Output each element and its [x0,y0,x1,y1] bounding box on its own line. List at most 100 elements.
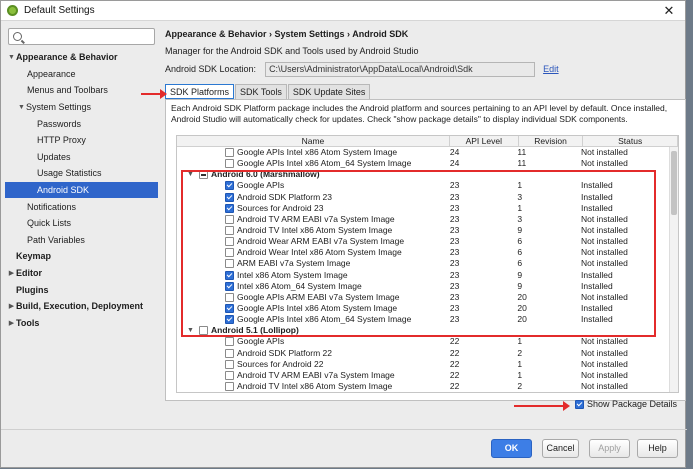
column-header-revision[interactable]: Revision [519,136,584,146]
package-checkbox[interactable] [225,292,234,302]
chevron-down-icon[interactable]: ▼ [187,169,197,180]
chevron-right-icon[interactable]: ▶ [7,319,16,327]
package-checkbox[interactable] [225,304,234,314]
table-row[interactable]: Google APIs Intel x86 Atom System Image 2… [177,147,670,158]
sidebar-item-notifications[interactable]: Notifications [5,198,158,215]
package-checkbox[interactable] [199,326,208,336]
sidebar-item-quick-lists[interactable]: Quick Lists [5,215,158,232]
cell-api-level: 23 [449,224,460,235]
package-checkbox[interactable] [225,337,234,347]
tab-sdk-update-sites[interactable]: SDK Update Sites [287,84,371,99]
cell-api-level [446,325,514,336]
chevron-down-icon[interactable]: ▼ [17,104,26,111]
sidebar-item-build-execution-deployment[interactable]: ▶ Build, Execution, Deployment [5,298,158,315]
sidebar-item-plugins[interactable]: Plugins [5,281,158,298]
table-row[interactable]: Android TV Intel x86 Atom System Image 22… [177,381,670,392]
cell-api-level: 23 [449,236,460,247]
apply-button[interactable]: Apply [589,439,630,458]
table-row[interactable]: Intel x86 Atom System Image 23 9 Installed [177,270,670,281]
sidebar-item-path-variables[interactable]: Path Variables [5,232,158,249]
table-row[interactable]: Android Wear ARM EABI v7a System Image 23… [177,236,670,247]
cell-status: Installed [581,280,613,291]
table-row[interactable]: Android TV ARM EABI v7a System Image 22 1 N… [177,370,670,381]
package-checkbox[interactable] [225,237,234,247]
column-header-api-level[interactable]: API Level [450,136,519,146]
table-row[interactable]: Android SDK Platform 22 22 2 Not installed [177,348,670,359]
package-name: Android TV ARM EABI v7a System Image [237,213,395,224]
help-button[interactable]: Help [637,439,678,458]
sdk-location-field[interactable] [265,61,536,77]
package-checkbox[interactable] [225,248,234,258]
table-row[interactable]: Android TV ARM EABI v7a System Image 23 3 N… [177,214,670,225]
package-checkbox[interactable] [225,148,234,158]
sidebar-item-android-sdk[interactable]: Android SDK [5,181,158,199]
package-checkbox[interactable] [225,382,234,392]
chevron-right-icon[interactable]: ▶ [7,302,16,310]
table-row[interactable]: Google APIs Intel x86 Atom_64 System Ima… [177,314,670,325]
sidebar-item-label: System Settings [26,102,92,113]
table-group-row[interactable]: ▼ Android 5.1 (Lollipop) [177,325,670,336]
table-row[interactable]: Google APIs 22 1 Not installed [177,336,670,347]
package-name: Sources for Android 23 [237,202,324,213]
sidebar-item-passwords[interactable]: Passwords [5,115,158,132]
table-row[interactable]: Sources for Android 23 23 1 Installed [177,203,670,214]
table-row[interactable]: Google APIs ARM EABI v7a System Image 23 2… [177,292,670,303]
package-checkbox[interactable] [225,370,234,380]
chevron-down-icon[interactable]: ▼ [187,325,197,336]
table-group-row[interactable]: ▼ Android 6.0 (Marshmallow) [177,169,670,180]
chevron-down-icon[interactable]: ▼ [7,54,16,61]
package-checkbox[interactable] [225,226,234,236]
package-checkbox[interactable] [225,192,234,202]
scrollbar-thumb[interactable] [671,151,677,215]
package-checkbox[interactable] [225,181,234,191]
tab-sdk-tools[interactable]: SDK Tools [235,84,287,99]
table-row[interactable]: ARM EABI v7a System Image 23 6 Not installe… [177,258,670,269]
package-checkbox[interactable] [225,359,234,369]
table-row[interactable]: Android Wear Intel x86 Atom System Image… [177,247,670,258]
package-checkbox[interactable] [199,170,208,180]
package-checkbox[interactable] [225,259,234,269]
show-package-details-option[interactable]: Show Package Details [575,399,677,409]
cancel-button[interactable]: Cancel [542,439,579,458]
package-name: Google APIs Intel x86 Atom_64 System Ima… [237,314,412,325]
package-checkbox[interactable] [225,270,234,280]
sidebar-item-tools[interactable]: ▶ Tools [5,315,158,332]
sidebar-item-editor[interactable]: ▶ Editor [5,265,158,282]
table-row[interactable]: Google APIs 23 1 Installed [177,180,670,191]
sidebar-item-menus-and-toolbars[interactable]: Menus and Toolbars [5,82,158,99]
search-box[interactable] [8,28,155,45]
package-checkbox[interactable] [225,203,234,213]
sidebar-item-usage-statistics[interactable]: Usage Statistics [5,165,158,182]
ok-button[interactable]: OK [491,439,532,458]
sidebar-item-appearance[interactable]: Appearance [5,66,158,83]
package-checkbox[interactable] [225,281,234,291]
package-checkbox[interactable] [225,214,234,224]
close-button[interactable]: ✕ [661,3,677,19]
sidebar-item-http-proxy[interactable]: HTTP Proxy [5,132,158,149]
sidebar-item-label: Usage Statistics [37,168,102,179]
edit-link[interactable]: Edit [543,64,559,74]
table-row[interactable]: Sources for Android 22 22 1 Not installed [177,359,670,370]
sidebar-item-appearance-behavior[interactable]: ▼ Appearance & Behavior [5,49,158,66]
package-checkbox[interactable] [225,348,234,358]
cell-status: Not installed [581,224,628,235]
sidebar-item-system-settings[interactable]: ▼ System Settings [5,99,158,116]
column-header-name[interactable]: Name [177,136,450,146]
table-row[interactable]: Google APIs Intel x86 Atom System Image 2… [177,303,670,314]
cell-revision [513,325,577,336]
sidebar-item-updates[interactable]: Updates [5,149,158,166]
package-checkbox[interactable] [225,315,234,325]
tab-sdk-platforms[interactable]: SDK Platforms [165,84,235,99]
chevron-right-icon[interactable]: ▶ [7,269,16,277]
table-scrollbar[interactable] [669,147,678,392]
show-package-details-checkbox[interactable] [575,399,584,409]
package-checkbox[interactable] [225,159,234,169]
table-row[interactable]: Intel x86 Atom_64 System Image 23 9 Install… [177,281,670,292]
column-header-status[interactable]: Status [583,136,678,146]
search-input[interactable] [26,31,146,42]
sidebar-item-keymap[interactable]: Keymap [5,248,158,265]
table-row[interactable]: Android TV Intel x86 Atom System Image 23… [177,225,670,236]
table-row[interactable]: Google APIs Intel x86 Atom_64 System Ima… [177,158,670,169]
cell-revision: 20 [517,314,527,325]
table-row[interactable]: Android SDK Platform 23 23 3 Installed [177,192,670,203]
